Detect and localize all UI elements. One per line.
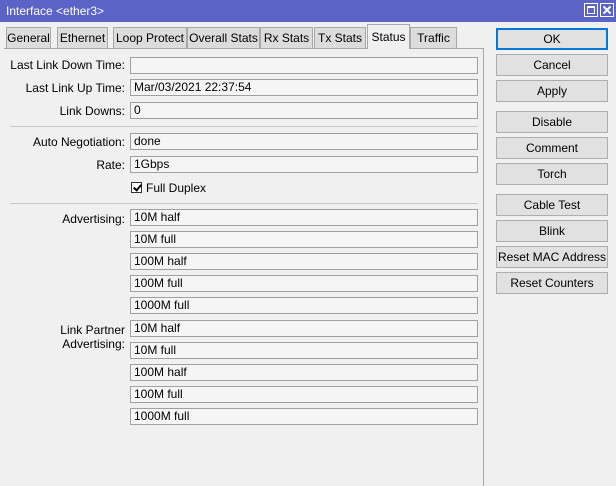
close-icon[interactable] — [600, 3, 614, 17]
ok-button[interactable]: OK — [496, 28, 608, 50]
separator — [10, 203, 478, 204]
link-partner-advertising-item[interactable]: 10M half — [130, 320, 478, 337]
cancel-button[interactable]: Cancel — [496, 54, 608, 76]
last-link-up-time-label: Last Link Up Time: — [25, 81, 125, 95]
tab-tx-stats[interactable]: Tx Stats — [314, 27, 366, 49]
maximize-icon[interactable] — [584, 3, 598, 17]
link-downs-field[interactable]: 0 — [130, 102, 478, 119]
advertising-item[interactable]: 10M half — [130, 209, 478, 226]
advertising-item[interactable]: 100M full — [130, 275, 478, 292]
last-link-down-time-field[interactable] — [130, 57, 478, 74]
link-partner-advertising-item[interactable]: 1000M full — [130, 408, 478, 425]
last-link-up-time-field[interactable]: Mar/03/2021 22:37:54 — [130, 79, 478, 96]
advertising-item[interactable]: 100M half — [130, 253, 478, 270]
advertising-item[interactable]: 10M full — [130, 231, 478, 248]
title-bar: Interface <ether3> — [0, 0, 616, 22]
full-duplex-label: Full Duplex — [146, 181, 207, 195]
blink-button[interactable]: Blink — [496, 220, 608, 242]
last-link-down-time-label: Last Link Down Time: — [10, 58, 125, 72]
link-partner-advertising-item[interactable]: 100M half — [130, 364, 478, 381]
link-partner-advertising-item[interactable]: 10M full — [130, 342, 478, 359]
reset-mac-address-button[interactable]: Reset MAC Address — [496, 246, 608, 268]
link-partner-advertising-item[interactable]: 100M full — [130, 386, 478, 403]
rate-field[interactable]: 1Gbps — [130, 156, 478, 173]
tab-loop-protect[interactable]: Loop Protect — [113, 27, 187, 49]
comment-button[interactable]: Comment — [496, 137, 608, 159]
torch-button[interactable]: Torch — [496, 163, 608, 185]
window-title: Interface <ether3> — [6, 4, 105, 18]
tab-general[interactable]: General — [6, 27, 51, 49]
tab-overall-stats[interactable]: Overall Stats — [187, 27, 260, 49]
separator — [10, 126, 478, 127]
cable-test-button[interactable]: Cable Test — [496, 194, 608, 216]
advertising-label: Advertising: — [62, 212, 125, 226]
advertising-item[interactable]: 1000M full — [130, 297, 478, 314]
rate-label: Rate: — [96, 158, 125, 172]
auto-negotiation-label: Auto Negotiation: — [32, 135, 125, 149]
apply-button[interactable]: Apply — [496, 80, 608, 102]
tab-rx-stats[interactable]: Rx Stats — [260, 27, 313, 49]
link-downs-label: Link Downs: — [59, 104, 125, 118]
disable-button[interactable]: Disable — [496, 111, 608, 133]
auto-negotiation-field[interactable]: done — [130, 133, 478, 150]
reset-counters-button[interactable]: Reset Counters — [496, 272, 608, 294]
tab-status[interactable]: Status — [367, 24, 410, 49]
link-partner-advertising-label: Link Partner Advertising: — [60, 323, 125, 351]
full-duplex-checkbox[interactable] — [131, 182, 142, 193]
tab-traffic[interactable]: Traffic — [410, 27, 457, 49]
tab-ethernet[interactable]: Ethernet — [57, 27, 108, 49]
